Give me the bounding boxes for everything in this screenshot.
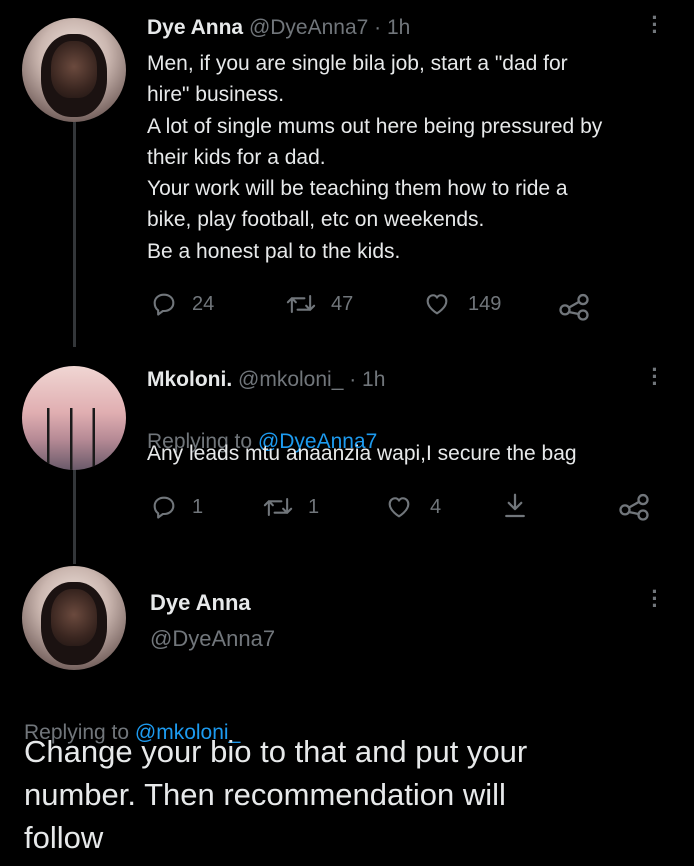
- tweet-text: Any leads mtu anaanzia wapi,I secure the…: [147, 442, 577, 465]
- more-icon[interactable]: · · ·: [650, 581, 660, 617]
- thread-line: [73, 468, 76, 564]
- retweet-count: 47: [331, 292, 354, 315]
- tweet-text: Change your bio to that and put your num…: [24, 734, 528, 855]
- reply-count: 1: [192, 495, 204, 518]
- like-button[interactable]: 4: [384, 493, 441, 521]
- reply-button[interactable]: 24: [150, 290, 214, 318]
- retweet-button[interactable]: 1: [262, 493, 319, 521]
- avatar[interactable]: [22, 366, 126, 470]
- share-icon: [559, 293, 589, 321]
- handle[interactable]: @DyeAnna7: [150, 626, 275, 652]
- download-icon: [505, 493, 525, 518]
- timestamp[interactable]: · 1h: [374, 16, 410, 39]
- retweet-icon: [286, 294, 316, 314]
- like-count: 149: [468, 292, 502, 315]
- thread-line: [73, 122, 76, 347]
- display-name[interactable]: Mkoloni.: [147, 368, 232, 391]
- reply-icon: [153, 496, 175, 519]
- heart-icon: [388, 497, 410, 518]
- display-name[interactable]: Dye Anna: [150, 590, 251, 616]
- more-icon[interactable]: · · ·: [650, 7, 660, 43]
- tweet-header: Mkoloni. @mkoloni_ · 1h: [147, 368, 385, 392]
- reply-button[interactable]: 1: [150, 493, 203, 521]
- display-name[interactable]: Dye Anna: [147, 16, 243, 39]
- tweet-text: Men, if you are single bila job, start a…: [147, 52, 603, 263]
- retweet-count: 1: [308, 495, 320, 518]
- heart-icon: [426, 294, 448, 315]
- timestamp[interactable]: · 1h: [349, 368, 385, 391]
- download-button[interactable]: [500, 491, 530, 521]
- reply-count: 24: [192, 292, 215, 315]
- avatar[interactable]: [22, 18, 126, 122]
- share-button[interactable]: [556, 290, 592, 322]
- avatar[interactable]: [22, 566, 126, 670]
- like-button[interactable]: 149: [422, 290, 501, 318]
- share-button[interactable]: [616, 490, 652, 522]
- handle[interactable]: @DyeAnna7: [249, 16, 368, 39]
- tweet-header: Dye Anna @DyeAnna7 · 1h: [147, 16, 410, 40]
- handle[interactable]: @mkoloni_: [238, 368, 343, 391]
- retweet-icon: [263, 497, 293, 517]
- share-icon: [619, 493, 649, 521]
- like-count: 4: [430, 495, 442, 518]
- more-icon[interactable]: · · ·: [650, 359, 660, 395]
- retweet-button[interactable]: 47: [285, 290, 353, 318]
- reply-icon: [153, 293, 175, 316]
